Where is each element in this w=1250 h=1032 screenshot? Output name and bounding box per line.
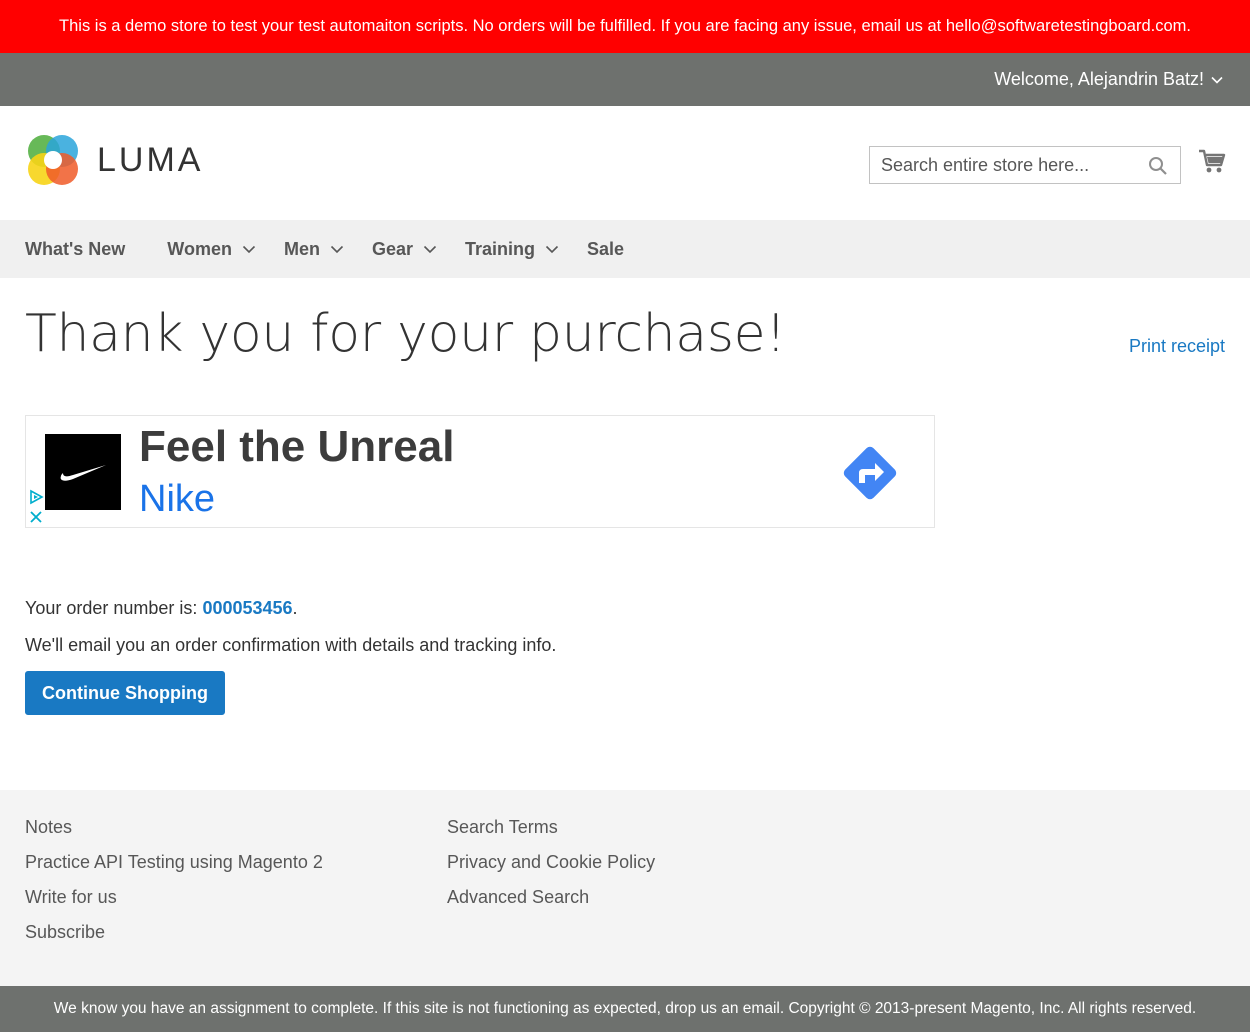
chevron-down-icon xyxy=(545,245,559,254)
welcome-text: Welcome, Alejandrin Batz! xyxy=(994,69,1204,89)
panel-header: Welcome, Alejandrin Batz! xyxy=(0,53,1250,106)
ad-choices-icon[interactable] xyxy=(28,489,44,505)
search-box xyxy=(869,146,1181,184)
page-title: Thank you for your purchase! xyxy=(25,304,786,364)
ad-headline: Feel the Unreal xyxy=(139,422,455,471)
chevron-down-icon xyxy=(330,245,344,254)
luma-logo[interactable]: LUMA xyxy=(25,132,203,188)
main-navigation: What's New Women Men Gear Training Sale xyxy=(0,220,1250,278)
shopping-cart-icon[interactable] xyxy=(1198,148,1226,176)
email-confirmation-text: We'll email you an order confirmation wi… xyxy=(25,635,557,655)
footer-link-privacy-policy[interactable]: Privacy and Cookie Policy xyxy=(447,851,655,886)
order-number-link[interactable]: 000053456 xyxy=(202,598,292,618)
footer-link-advanced-search[interactable]: Advanced Search xyxy=(447,886,655,921)
customer-welcome-menu[interactable]: Welcome, Alejandrin Batz! xyxy=(994,53,1224,106)
footer-links-column-1: Notes Practice API Testing using Magento… xyxy=(25,816,323,956)
footer-links-column-2: Search Terms Privacy and Cookie Policy A… xyxy=(447,816,655,921)
header-content: LUMA xyxy=(0,106,1250,220)
chevron-down-icon xyxy=(1211,76,1223,84)
copyright-text: We know you have an assignment to comple… xyxy=(53,1000,1197,1017)
nav-item-label: Sale xyxy=(587,238,625,259)
order-number-suffix: . xyxy=(292,598,298,618)
advertisement-banner[interactable]: Feel the Unreal Nike xyxy=(25,415,935,528)
chevron-down-icon xyxy=(242,245,256,254)
demo-notice-text: This is a demo store to test your test a… xyxy=(59,17,1191,35)
demo-notice-banner: This is a demo store to test your test a… xyxy=(0,0,1250,53)
nav-item-label: Women xyxy=(167,238,232,259)
footer-link-practice-api[interactable]: Practice API Testing using Magento 2 xyxy=(25,851,323,886)
close-icon[interactable] xyxy=(28,509,44,525)
chevron-down-icon xyxy=(423,245,437,254)
order-number-line: Your order number is: 000053456. xyxy=(25,598,298,619)
footer: Notes Practice API Testing using Magento… xyxy=(0,790,1250,986)
nav-item-label: Gear xyxy=(371,238,413,259)
continue-shopping-button[interactable]: Continue Shopping xyxy=(25,671,225,715)
footer-link-write-for-us[interactable]: Write for us xyxy=(25,886,323,921)
luma-logo-icon xyxy=(28,135,78,185)
directions-icon[interactable] xyxy=(837,440,903,506)
order-number-prefix: Your order number is: xyxy=(25,598,203,618)
ad-brand: Nike xyxy=(139,478,216,520)
nav-item-label: Training xyxy=(465,238,536,259)
nav-item-label: What's New xyxy=(25,238,126,259)
nav-item-women[interactable]: Women xyxy=(167,239,256,260)
copyright-bar: We know you have an assignment to comple… xyxy=(0,986,1250,1032)
logo-text: LUMA xyxy=(97,140,204,179)
nike-swoosh-logo xyxy=(45,434,121,510)
nav-item-label: Men xyxy=(283,238,320,259)
nav-item-gear[interactable]: Gear xyxy=(372,239,437,260)
nav-item-training[interactable]: Training xyxy=(465,239,559,260)
print-receipt-link[interactable]: Print receipt xyxy=(1129,336,1225,357)
search-input[interactable] xyxy=(870,154,1140,176)
footer-link-notes[interactable]: Notes xyxy=(25,816,323,851)
footer-link-subscribe[interactable]: Subscribe xyxy=(25,921,323,956)
search-icon[interactable] xyxy=(1148,156,1168,176)
nav-item-sale[interactable]: Sale xyxy=(587,239,624,260)
footer-link-search-terms[interactable]: Search Terms xyxy=(447,816,655,851)
nav-item-whats-new[interactable]: What's New xyxy=(25,239,125,260)
nav-item-men[interactable]: Men xyxy=(284,239,344,260)
